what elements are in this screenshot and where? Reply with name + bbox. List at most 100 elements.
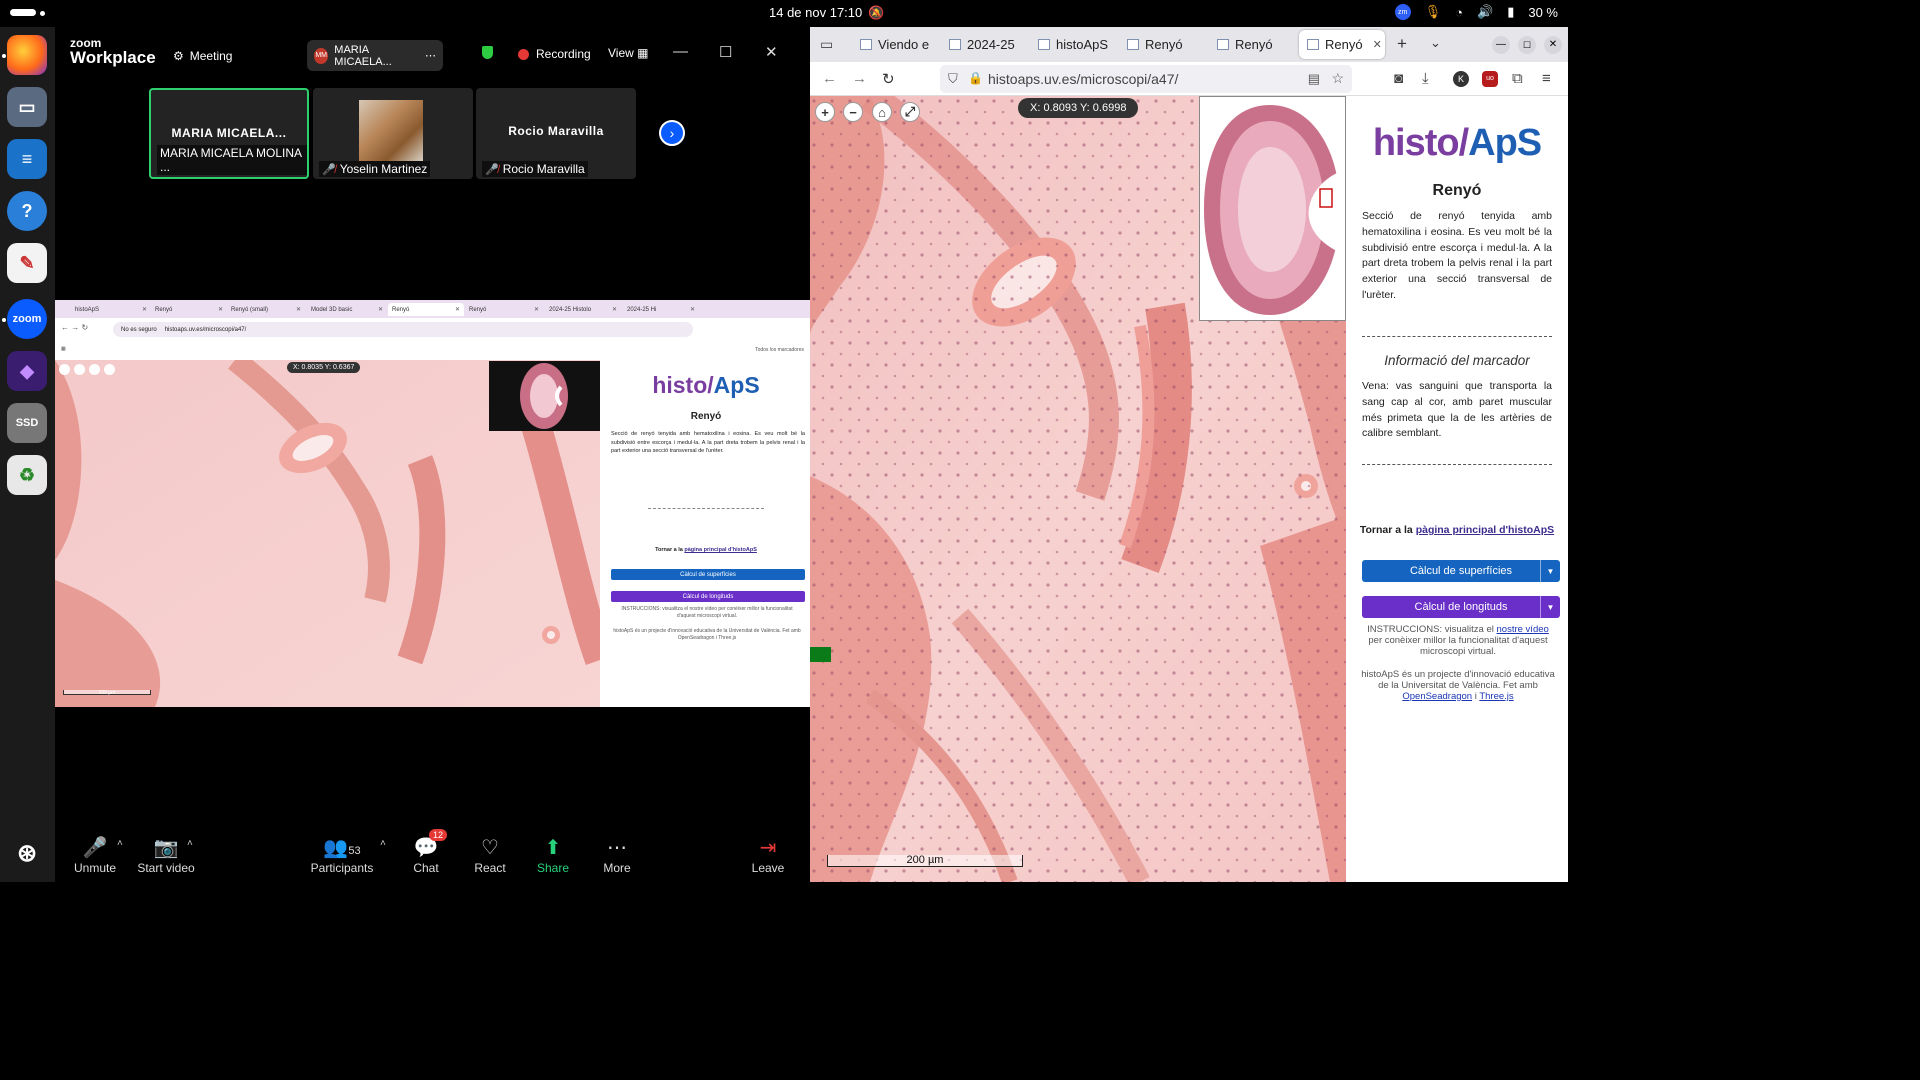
text-editor-icon[interactable]: ✎ (7, 243, 47, 283)
close-tab-icon[interactable]: ✕ (1373, 38, 1382, 51)
help-icon[interactable]: ? (7, 191, 47, 231)
surface-calc-button[interactable]: Càlcul de superfícies ▼ (1362, 560, 1560, 582)
browser-tab[interactable]: Renyó (1119, 30, 1205, 59)
running-indicator (2, 54, 6, 58)
zoom-in-icon: + (59, 364, 70, 375)
reload-button[interactable]: ↻ (882, 70, 895, 88)
length-calc-label: Càlcul de longituds (1414, 601, 1508, 613)
tab-list-chevron-icon[interactable]: ⌄ (1430, 35, 1441, 51)
shared-tab-bar: histoApS ✕ Renyó ✕ Renyó (small) ✕ Model 3D… (55, 300, 810, 318)
microscope-viewer[interactable]: + − ⌂ ⤢ X: 0.8093 Y: 0.6998 200 µm (810, 96, 1346, 882)
meeting-menu-button[interactable]: ⚙ Meeting (173, 49, 232, 63)
chat-button[interactable]: 💬 12 Chat (391, 829, 461, 875)
forward-button[interactable]: → (852, 70, 867, 87)
downloads-icon[interactable]: ⤓ (1422, 70, 1429, 87)
reader-view-icon[interactable]: ▤ (1308, 71, 1320, 87)
participant-tile[interactable]: Rocio Maravilla 🎤̸ Rocio Maravilla (476, 88, 636, 179)
browser-tab[interactable]: 2024-25 (941, 30, 1027, 59)
leave-button[interactable]: ⇥ Leave (733, 835, 803, 875)
back-prefix: Tornar a la (1359, 524, 1416, 536)
more-options-icon[interactable]: ⋯ (425, 49, 436, 62)
minimize-button[interactable]: — (1492, 36, 1510, 54)
participant-tile[interactable]: MARIA MICAELA... MARIA MICAELA MOLINA ..… (149, 88, 309, 179)
active-speaker-pill[interactable]: MM MARIA MICAELA... ⋯ (307, 40, 443, 71)
extensions-icon[interactable]: ⧉ (1512, 70, 1523, 87)
zoom-in-button[interactable]: + (815, 102, 835, 122)
security-shield-icon[interactable] (482, 46, 493, 59)
avatar: MM (314, 47, 329, 64)
browser-tab[interactable]: histoApS (1030, 30, 1116, 59)
shield-icon[interactable]: ⛉ (948, 71, 958, 87)
navigator-minimap[interactable] (1199, 96, 1346, 321)
shared-histoaps-logo: histo/ApS (652, 372, 760, 398)
share-button[interactable]: ⬆ Share (518, 835, 588, 875)
view-label: View (608, 46, 634, 60)
browser-tab-active[interactable]: Renyó ✕ (1299, 30, 1385, 59)
close-button[interactable]: ✕ (1544, 36, 1562, 54)
browser-tab[interactable]: Viendo e (852, 30, 938, 59)
tab-favicon (860, 39, 872, 50)
react-button[interactable]: ♡ React (455, 835, 525, 875)
lock-icon[interactable]: 🔒 (968, 71, 983, 85)
chevron-up-icon[interactable]: ˄ (187, 838, 193, 849)
participant-tile[interactable]: 🎤̸ Yoselin Martinez (313, 88, 473, 179)
app-grid-icon[interactable]: ⊛ (7, 833, 47, 873)
new-tab-button[interactable]: + (1397, 34, 1407, 54)
maximize-button[interactable]: ☐ (1518, 36, 1536, 54)
participants-button[interactable]: 👥53 Participants ˄ (307, 835, 386, 875)
home-button[interactable]: ⌂ (872, 102, 892, 122)
activities-indicator[interactable] (10, 9, 36, 16)
fullscreen-button[interactable]: ⤢ (900, 102, 920, 122)
share-label: Share (536, 861, 570, 875)
zoom-tray-icon[interactable]: zm (1394, 4, 1411, 20)
divider (1362, 464, 1552, 465)
pocket-icon[interactable]: ◙ (1394, 70, 1403, 87)
shared-tab: 2024-25 Histolo ✕ (549, 306, 617, 314)
meeting-label: Meeting (189, 49, 233, 63)
menu-icon[interactable]: ≡ (1542, 70, 1551, 87)
bookmark-star-icon[interactable]: ☆ (1331, 70, 1344, 87)
openseadragon-link[interactable]: OpenSeadragon (1402, 691, 1472, 702)
video-link[interactable]: nostre vídeo (1497, 624, 1549, 635)
marker-info-description: Vena: vas sanguini que transporta la san… (1362, 380, 1552, 440)
account-icon[interactable]: K (1453, 71, 1469, 87)
recording-indicator[interactable]: Recording (518, 47, 591, 61)
maximize-button[interactable]: ☐ (719, 43, 732, 61)
clock[interactable]: 14 de nov 17:10 (769, 5, 862, 20)
url-bar[interactable]: ⛉ 🔒 histoaps.uv.es/microscopi/a47/ ▤ ☆ (940, 65, 1352, 93)
marker-indicator[interactable] (810, 647, 831, 662)
threejs-link[interactable]: Three.js (1479, 691, 1513, 702)
shared-surface-button: Càlcul de superfícies (611, 569, 805, 580)
more-button[interactable]: ⋯ More (582, 835, 652, 875)
zoom-workplace-logo: zoom Workplace (70, 36, 156, 67)
recycle-bin-icon[interactable]: ♻ (7, 455, 47, 495)
writer-icon[interactable]: ≡ (7, 139, 47, 179)
ssd-drive-icon[interactable]: SSD (7, 403, 47, 443)
system-tray[interactable]: zm 🎙 ◔ 🔊 ▮ 30 % (1394, 4, 1558, 20)
chevron-right-icon: › (669, 125, 675, 141)
firefox-icon[interactable] (7, 35, 47, 75)
zoom-out-button[interactable]: − (843, 102, 863, 122)
unmute-button[interactable]: 🎤 Unmute ˄ (60, 835, 130, 875)
start-video-button[interactable]: 📷 Start video ˄ (131, 835, 201, 875)
view-button[interactable]: View ▦ (608, 46, 648, 60)
chevron-up-icon[interactable]: ˄ (380, 838, 386, 849)
chat-icon: 💬 (413, 837, 439, 859)
browser-tab[interactable]: Renyó (1209, 30, 1295, 59)
next-page-button[interactable]: › (659, 120, 685, 146)
url-text[interactable]: histoaps.uv.es/microscopi/a47/ (988, 71, 1178, 87)
ublock-icon[interactable]: uo (1482, 71, 1498, 87)
back-button[interactable]: ← (822, 70, 837, 87)
shared-tab-active: Renyó ✕ (388, 303, 464, 316)
files-icon[interactable]: ▭ (7, 87, 47, 127)
tab-overview-icon[interactable]: ▭ (820, 36, 833, 53)
length-calc-button[interactable]: Càlcul de longituds ▼ (1362, 596, 1560, 618)
chevron-up-icon[interactable]: ˄ (117, 838, 123, 849)
participant-name: MARIA MICAELA MOLINA ... (160, 146, 302, 174)
shared-tab: histoApS ✕ (75, 306, 147, 314)
close-button[interactable]: ✕ (765, 43, 778, 61)
purple-app-icon[interactable]: ◆ (7, 351, 47, 391)
home-page-link[interactable]: pàgina principal d'histoApS (1416, 524, 1554, 536)
zoom-app-icon[interactable]: zoom (7, 299, 47, 339)
minimize-button[interactable]: — (673, 43, 688, 60)
